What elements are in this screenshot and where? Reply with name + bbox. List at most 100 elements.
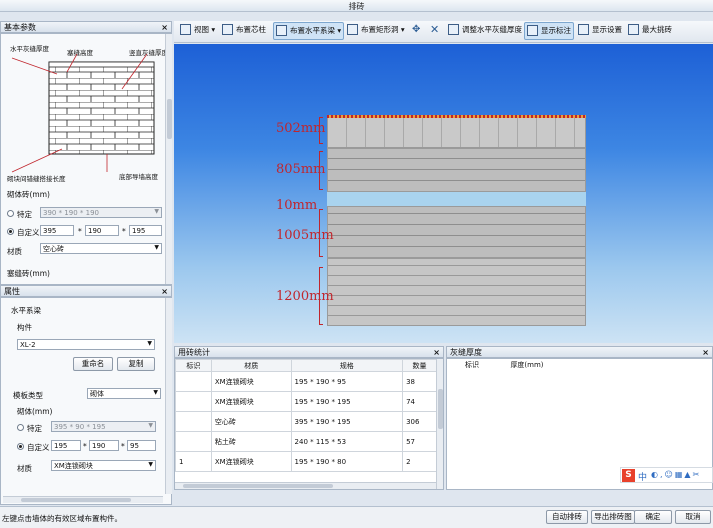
wall-segment[interactable] xyxy=(327,148,586,192)
component-select[interactable]: XL-2 ▼ xyxy=(17,339,155,350)
material-label: 材质 xyxy=(17,464,32,473)
close-icon[interactable]: × xyxy=(161,23,168,32)
brick-stats-table-wrap: 标识 材质 规格 数量 XM连锁砌块 195 * 190 * 95 38 XM连… xyxy=(174,358,444,490)
column-header: 标识 xyxy=(175,359,212,372)
template-select[interactable]: 砌体 ▼ xyxy=(87,388,161,399)
cell-material: XM连锁砌块 xyxy=(210,391,292,412)
show-label-label: 显示标注 xyxy=(541,26,571,35)
props-panel: 水平系梁 构件 XL-2 ▼ 重命名 复制 模板类型 砌体 ▼ 砌体(mm) 特… xyxy=(0,297,172,505)
max-bricks-button[interactable]: 最大挑砖 xyxy=(626,22,674,40)
export-button[interactable]: 导出排砖图 xyxy=(591,510,635,524)
cell-id xyxy=(175,371,212,392)
cell-count: 2 xyxy=(402,451,437,472)
times-sign: * xyxy=(122,227,126,236)
cell-count: 74 xyxy=(402,391,437,412)
beam-marker xyxy=(327,115,586,118)
chevron-down-icon: ▼ xyxy=(148,461,153,468)
scrollbar-thumb[interactable] xyxy=(21,498,131,502)
wall-segment[interactable] xyxy=(327,206,586,258)
table-row[interactable]: 空心砖 395 * 190 * 195 306 xyxy=(175,411,437,432)
dimension-label: 1005mm xyxy=(276,228,334,243)
brick-stats-header: 用砖统计 × xyxy=(174,346,444,358)
settings-icon xyxy=(578,24,589,35)
close-icon[interactable]: × xyxy=(433,348,440,357)
scrollbar-thumb[interactable] xyxy=(183,484,333,488)
joint-header: 灰缝厚度 × xyxy=(446,346,713,358)
monitor-icon xyxy=(180,24,191,35)
dimension-label: 805mm xyxy=(276,162,326,177)
delete-button[interactable]: ✕ xyxy=(428,22,441,40)
column-header: 规格 xyxy=(290,359,404,372)
specific-label: 特定 xyxy=(27,424,42,433)
template-label: 模板类型 xyxy=(13,391,43,400)
display-settings-button[interactable]: 显示设置 xyxy=(576,22,624,40)
horizontal-scrollbar[interactable] xyxy=(175,482,436,489)
core-column-button[interactable]: 布置芯柱 xyxy=(220,22,268,40)
props-title: 属性 xyxy=(4,287,20,296)
view-button[interactable]: 视图 ▾ xyxy=(178,22,217,40)
dimension-label: 502mm xyxy=(276,121,326,136)
vertical-scrollbar[interactable] xyxy=(436,359,443,489)
ime-toolbar[interactable]: S 中 ◐,☺▦▲✂ xyxy=(620,467,713,483)
horizontal-beam-button[interactable]: 布置水平系梁 ▾ xyxy=(273,22,345,40)
ok-button[interactable]: 确定 xyxy=(634,510,672,524)
adjust-joint-label: 调整水平灰缝厚度 xyxy=(462,25,522,34)
custom-radio[interactable] xyxy=(7,228,14,235)
plug-section-label: 塞缝砖(mm) xyxy=(7,269,50,278)
horizontal-beam-label: 布置水平系梁 xyxy=(290,26,335,35)
table-row[interactable]: XM连锁砌块 195 * 190 * 195 74 xyxy=(175,391,437,412)
ime-logo: S xyxy=(622,469,635,482)
cell-count: 306 xyxy=(402,411,437,432)
table-header-row: 标识 材质 规格 数量 xyxy=(175,359,437,372)
scrollbar-thumb[interactable] xyxy=(167,99,172,139)
ime-mode: 中 xyxy=(638,473,648,483)
custom-length-input[interactable]: 395 xyxy=(40,225,74,236)
table-row[interactable]: 1 XM连锁砌块 195 * 190 * 80 2 xyxy=(175,451,437,472)
close-icon[interactable]: × xyxy=(702,348,709,357)
move-icon: ✥ xyxy=(412,24,421,35)
core-column-label: 布置芯柱 xyxy=(236,25,266,34)
times-sign: * xyxy=(83,442,87,451)
custom-height-input[interactable]: 95 xyxy=(127,440,156,451)
cancel-button[interactable]: 取消 xyxy=(675,510,711,524)
vertical-scrollbar[interactable] xyxy=(165,298,172,494)
copy-button[interactable]: 复制 xyxy=(117,357,155,371)
material-select[interactable]: 空心砖 ▼ xyxy=(40,243,162,254)
custom-radio[interactable] xyxy=(17,443,24,450)
label-icon xyxy=(527,25,538,36)
table-row[interactable]: XM连锁砌块 195 * 190 * 95 38 xyxy=(175,371,437,392)
status-hint: 左键点击墙体的有效区域布置构件。 xyxy=(2,514,122,523)
scrollbar-thumb[interactable] xyxy=(438,389,443,429)
horizontal-scrollbar[interactable] xyxy=(3,496,163,503)
material-select[interactable]: XM连锁砌块 ▼ xyxy=(51,460,156,471)
specific-radio[interactable] xyxy=(7,210,14,217)
close-icon: ✕ xyxy=(430,23,440,36)
vertical-scrollbar[interactable] xyxy=(165,34,172,284)
close-icon[interactable]: × xyxy=(161,287,168,296)
specific-select[interactable]: 390 * 190 * 190 ▼ xyxy=(40,207,162,218)
specific-radio[interactable] xyxy=(17,424,24,431)
table-row[interactable]: 粘土砖 240 * 115 * 53 57 xyxy=(175,431,437,452)
show-label-button[interactable]: 显示标注 xyxy=(524,22,574,40)
custom-width-input[interactable]: 190 xyxy=(85,225,119,236)
custom-width-input[interactable]: 190 xyxy=(89,440,119,451)
cell-material: 空心砖 xyxy=(210,411,292,432)
horizontal-beam[interactable] xyxy=(327,192,586,206)
wall-segment[interactable] xyxy=(327,117,586,148)
rectangle-icon xyxy=(347,24,358,35)
cell-spec: 195 * 190 * 195 xyxy=(290,391,404,412)
specific-select[interactable]: 395 * 90 * 195 ▼ xyxy=(51,421,156,432)
wall-segment[interactable] xyxy=(327,258,586,326)
template-value: 砌体 xyxy=(90,390,104,398)
custom-length-input[interactable]: 195 xyxy=(51,440,81,451)
brick-stats-table: 标识 材质 规格 数量 XM连锁砌块 195 * 190 * 95 38 XM连… xyxy=(175,359,437,472)
rename-button[interactable]: 重命名 xyxy=(73,357,113,371)
custom-height-input[interactable]: 195 xyxy=(129,225,162,236)
auto-arrange-button[interactable]: 自动排砖 xyxy=(546,510,588,524)
dimension-label: 10mm xyxy=(276,198,318,213)
move-button[interactable]: ✥ xyxy=(410,22,422,40)
specific-label: 特定 xyxy=(17,210,32,219)
adjust-joint-button[interactable]: 调整水平灰缝厚度 xyxy=(446,22,524,40)
rect-hole-button[interactable]: 布置矩形洞 ▾ xyxy=(345,22,407,40)
cell-spec: 395 * 190 * 195 xyxy=(290,411,404,432)
